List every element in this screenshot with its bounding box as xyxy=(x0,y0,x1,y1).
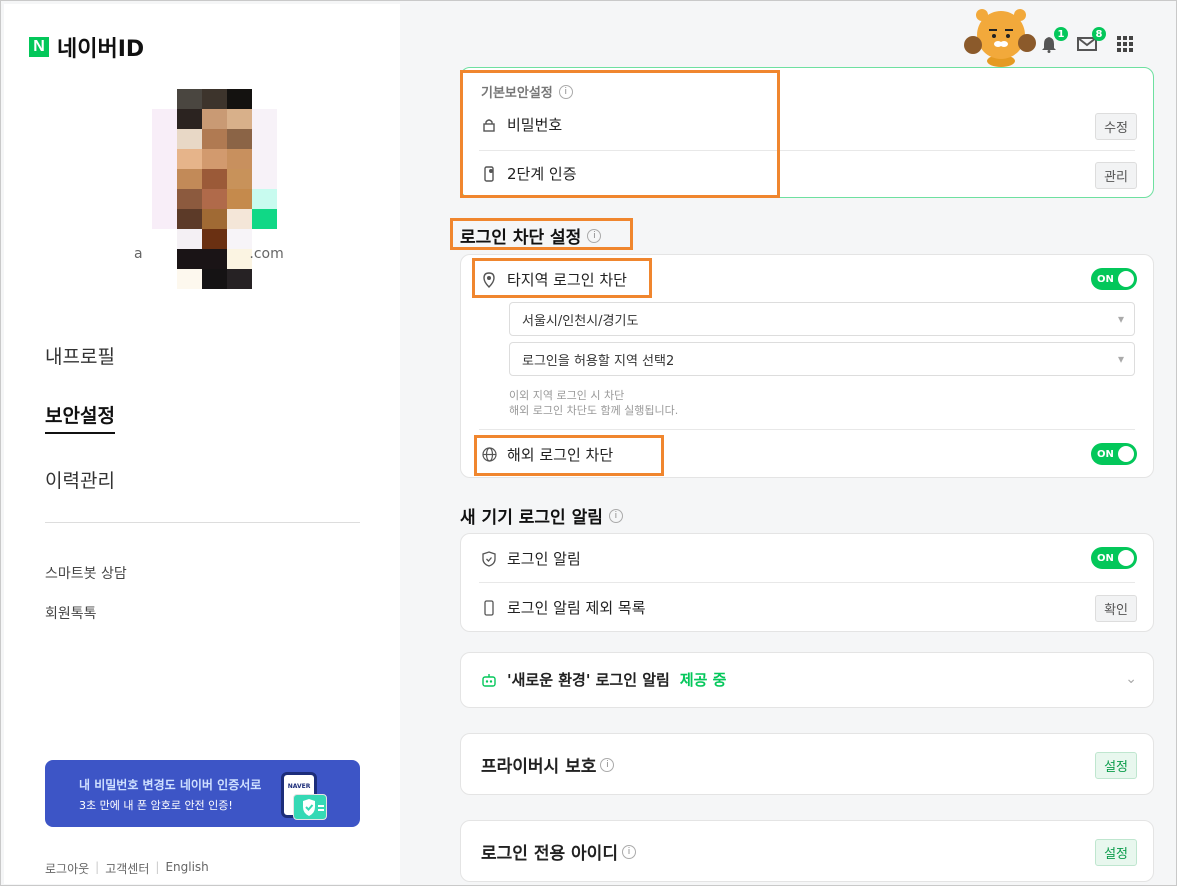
info-icon[interactable]: i xyxy=(600,757,615,772)
new-device-title-text: 새 기기 로그인 알림 xyxy=(460,508,603,528)
region-select-2[interactable]: 로그인을 허용할 지역 선택2 xyxy=(509,342,1135,376)
privacy-settings-button[interactable]: 설정 xyxy=(1095,752,1137,779)
avatar[interactable] xyxy=(152,89,280,289)
sidebar-item-profile[interactable]: 내프로필 xyxy=(45,342,115,369)
phone-label: NAVER xyxy=(287,783,311,790)
footer-separator: | xyxy=(155,860,160,874)
alert-exclude-confirm-button[interactable]: 확인 xyxy=(1095,595,1137,622)
naver-n-icon: N xyxy=(29,37,49,57)
region-select-1[interactable]: 서울시/인천시/경기도 xyxy=(509,302,1135,336)
page: N 네이버ID a .com 내프로필 보안설정 이력관리 스마트봇 상담 회원… xyxy=(0,0,1177,886)
footer-separator: | xyxy=(95,860,100,874)
logout-link[interactable]: 로그아웃 xyxy=(45,860,89,877)
row-divider xyxy=(479,429,1135,430)
region-block-toggle[interactable]: ON xyxy=(1091,268,1137,290)
new-env-card[interactable]: '새로운 환경' 로그인 알림 제공 중 ⌄ xyxy=(460,652,1154,708)
chevron-down-icon[interactable]: ⌄ xyxy=(1125,671,1137,687)
password-edit-button[interactable]: 수정 xyxy=(1095,113,1137,140)
new-env-status: 제공 중 xyxy=(679,671,727,689)
sidebar-item-security[interactable]: 보안설정 xyxy=(45,401,115,434)
mail-badge: 8 xyxy=(1092,27,1106,41)
account-email: a .com xyxy=(134,246,284,262)
region-hint-2: 해외 로그인 차단도 함께 실행됩니다. xyxy=(509,404,679,417)
login-only-id-card: 로그인 전용 아이디 i 설정 xyxy=(460,820,1154,882)
logo-text: 네이버ID xyxy=(57,37,145,62)
login-alert-toggle[interactable]: ON xyxy=(1091,547,1137,569)
sidebar-menu: 내프로필 보안설정 이력관리 xyxy=(45,342,115,525)
login-only-row: 로그인 전용 아이디 i xyxy=(481,839,1135,864)
mail-icon[interactable]: 8 xyxy=(1076,27,1106,55)
ryan-character-icon xyxy=(963,5,1039,67)
talktalk-link[interactable]: 회원톡톡 xyxy=(45,603,97,623)
region-hint-1: 이외 지역 로그인 시 차단 xyxy=(509,389,625,402)
privacy-label: 프라이버시 보호 xyxy=(481,757,597,777)
naver-id-logo[interactable]: N 네이버ID xyxy=(29,31,144,63)
highlight-box xyxy=(450,218,633,250)
alert-exclude-row: 로그인 알림 제외 목록 xyxy=(481,597,1135,618)
new-device-card: 로그인 알림 ON 로그인 알림 제외 목록 확인 xyxy=(460,533,1154,632)
robot-icon xyxy=(481,672,497,688)
apps-grid-icon[interactable] xyxy=(1114,33,1136,55)
banner-line2: 3초 만에 내 폰 암호로 안전 인증! xyxy=(79,799,233,812)
new-env-label: '새로운 환경' 로그인 알림 xyxy=(507,671,670,689)
shield-card-icon xyxy=(293,794,327,820)
login-alert-row: 로그인 알림 xyxy=(481,548,1135,569)
phone-icon xyxy=(481,599,497,616)
login-only-label: 로그인 전용 아이디 xyxy=(481,844,618,864)
twostep-manage-button[interactable]: 관리 xyxy=(1095,162,1137,189)
new-env-row: '새로운 환경' 로그인 알림 제공 중 xyxy=(481,669,1135,690)
new-device-title: 새 기기 로그인 알림 i xyxy=(460,503,623,528)
login-only-settings-button[interactable]: 설정 xyxy=(1095,839,1137,866)
privacy-row: 프라이버시 보호 i xyxy=(481,752,1135,777)
sidebar-divider xyxy=(45,522,360,523)
smartbot-link[interactable]: 스마트봇 상담 xyxy=(45,563,127,583)
bell-icon[interactable]: 1 xyxy=(1038,27,1068,55)
highlight-box xyxy=(460,70,780,198)
info-icon[interactable]: i xyxy=(608,508,623,523)
alert-exclude-label: 로그인 알림 제외 목록 xyxy=(507,599,646,617)
row-divider xyxy=(479,582,1135,583)
highlight-box xyxy=(474,435,664,476)
banner-line1: 내 비밀번호 변경도 네이버 인증서로 xyxy=(79,778,262,792)
sidebar: N 네이버ID a .com 내프로필 보안설정 이력관리 스마트봇 상담 회원… xyxy=(4,4,400,884)
sidebar-item-history[interactable]: 이력관리 xyxy=(45,466,115,493)
highlight-box xyxy=(472,258,652,298)
certificate-banner[interactable]: 내 비밀번호 변경도 네이버 인증서로 3초 만에 내 폰 암호로 안전 인증!… xyxy=(45,760,360,827)
shield-check-icon xyxy=(481,550,497,567)
privacy-card: 프라이버시 보호 i 설정 xyxy=(460,733,1154,795)
notification-badge: 1 xyxy=(1054,27,1068,41)
overseas-block-toggle[interactable]: ON xyxy=(1091,443,1137,465)
sidebar-footer: 로그아웃 | 고객센터 | English xyxy=(45,860,209,877)
customer-center-link[interactable]: 고객센터 xyxy=(105,860,149,877)
info-icon[interactable]: i xyxy=(621,844,636,859)
login-alert-label: 로그인 알림 xyxy=(507,550,581,568)
top-icons: 1 8 xyxy=(1038,27,1136,55)
english-link[interactable]: English xyxy=(165,860,208,877)
